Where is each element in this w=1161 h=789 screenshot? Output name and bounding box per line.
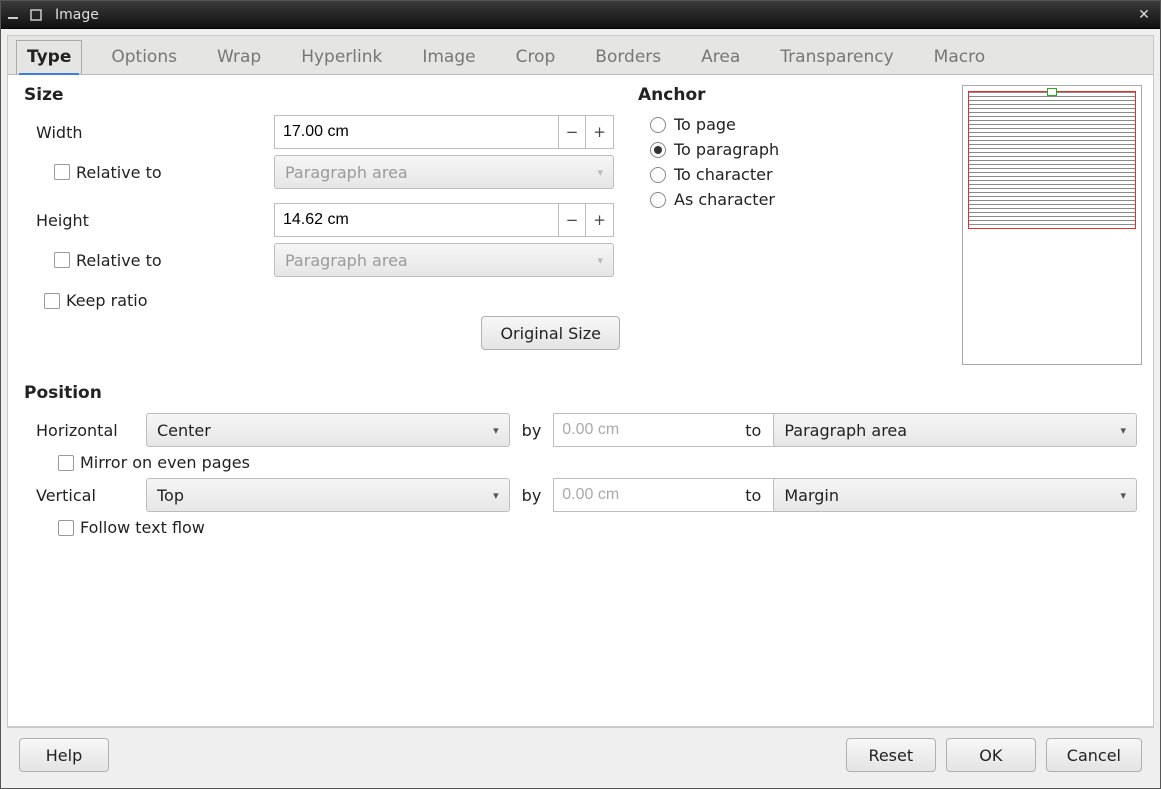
by-label: by bbox=[522, 486, 542, 505]
width-increment[interactable]: + bbox=[586, 115, 614, 149]
radio-icon bbox=[650, 167, 666, 183]
height-relative-value: Paragraph area bbox=[285, 251, 408, 270]
reset-button[interactable]: Reset bbox=[846, 738, 936, 772]
horizontal-align-dropdown[interactable]: Center ▾ bbox=[146, 413, 510, 447]
titlebar: Image ✕ bbox=[1, 1, 1160, 29]
position-heading: Position bbox=[24, 383, 1137, 403]
vertical-ref-dropdown[interactable]: Margin ▾ bbox=[773, 478, 1137, 512]
horizontal-ref-value: Paragraph area bbox=[784, 421, 907, 440]
width-label: Width bbox=[24, 123, 264, 142]
width-relative-checkbox[interactable] bbox=[54, 164, 70, 180]
type-panel: Size Width − + Relative to bbox=[7, 75, 1154, 727]
tab-macro[interactable]: Macro bbox=[923, 40, 996, 74]
cancel-button[interactable]: Cancel bbox=[1046, 738, 1142, 772]
anchor-to-page-label: To page bbox=[674, 115, 736, 134]
height-label: Height bbox=[24, 211, 264, 230]
close-icon[interactable]: ✕ bbox=[1134, 7, 1154, 23]
radio-icon bbox=[650, 117, 666, 133]
image-dialog-window: Image ✕ Type Options Wrap Hyperlink Imag… bbox=[0, 0, 1161, 789]
tab-crop[interactable]: Crop bbox=[505, 40, 567, 74]
anchor-to-character-label: To character bbox=[674, 165, 773, 184]
height-spinner: − + bbox=[274, 203, 614, 237]
vertical-align-value: Top bbox=[157, 486, 184, 505]
horizontal-ref-dropdown[interactable]: Paragraph area ▾ bbox=[773, 413, 1137, 447]
height-relative-checkbox[interactable] bbox=[54, 252, 70, 268]
vertical-label: Vertical bbox=[24, 486, 134, 505]
window-title: Image bbox=[51, 7, 1126, 23]
anchor-section: Anchor To page To paragraph To character bbox=[638, 85, 938, 365]
width-relative-dropdown[interactable]: Paragraph area ▾ bbox=[274, 155, 614, 189]
tab-type[interactable]: Type bbox=[16, 40, 82, 74]
horizontal-by-input bbox=[553, 413, 777, 447]
chevron-down-icon: ▾ bbox=[493, 424, 499, 437]
width-spinner: − + bbox=[274, 115, 614, 149]
vertical-ref-value: Margin bbox=[784, 486, 839, 505]
anchor-to-character[interactable]: To character bbox=[650, 165, 938, 184]
vertical-align-dropdown[interactable]: Top ▾ bbox=[146, 478, 510, 512]
chevron-down-icon: ▾ bbox=[597, 254, 603, 267]
tab-transparency[interactable]: Transparency bbox=[769, 40, 904, 74]
vertical-by-input bbox=[553, 478, 777, 512]
height-decrement[interactable]: − bbox=[558, 203, 586, 237]
size-heading: Size bbox=[24, 85, 614, 105]
size-section: Size Width − + Relative to bbox=[24, 85, 614, 365]
width-relative-label: Relative to bbox=[76, 163, 162, 182]
tab-bar: Type Options Wrap Hyperlink Image Crop B… bbox=[7, 35, 1154, 75]
keep-ratio-label: Keep ratio bbox=[66, 291, 148, 310]
tab-wrap[interactable]: Wrap bbox=[206, 40, 272, 74]
chevron-down-icon: ▾ bbox=[1120, 489, 1126, 502]
tab-image[interactable]: Image bbox=[411, 40, 486, 74]
anchor-to-page[interactable]: To page bbox=[650, 115, 938, 134]
width-relative-value: Paragraph area bbox=[285, 163, 408, 182]
width-input[interactable] bbox=[274, 115, 558, 149]
follow-text-flow-label: Follow text flow bbox=[80, 518, 205, 537]
minimize-icon[interactable] bbox=[7, 10, 21, 20]
horizontal-label: Horizontal bbox=[24, 421, 134, 440]
position-section: Position Horizontal Center ▾ by − + to bbox=[24, 383, 1137, 543]
radio-icon bbox=[650, 192, 666, 208]
height-increment[interactable]: + bbox=[586, 203, 614, 237]
width-decrement[interactable]: − bbox=[558, 115, 586, 149]
preview-canvas bbox=[962, 85, 1142, 365]
anchor-handle-icon bbox=[1047, 88, 1057, 96]
anchor-as-character-label: As character bbox=[674, 190, 775, 209]
tab-borders[interactable]: Borders bbox=[584, 40, 672, 74]
to-label: to bbox=[745, 421, 761, 440]
mirror-checkbox[interactable] bbox=[58, 455, 74, 471]
anchor-to-paragraph[interactable]: To paragraph bbox=[650, 140, 938, 159]
preview-section bbox=[962, 85, 1142, 365]
height-relative-label: Relative to bbox=[76, 251, 162, 270]
maximize-icon[interactable] bbox=[29, 9, 43, 21]
by-label: by bbox=[522, 421, 542, 440]
anchor-to-paragraph-label: To paragraph bbox=[674, 140, 779, 159]
vertical-by-spinner: − + bbox=[553, 478, 733, 512]
mirror-label: Mirror on even pages bbox=[80, 453, 250, 472]
chevron-down-icon: ▾ bbox=[597, 166, 603, 179]
tab-options[interactable]: Options bbox=[100, 40, 188, 74]
chevron-down-icon: ▾ bbox=[1120, 424, 1126, 437]
to-label: to bbox=[745, 486, 761, 505]
keep-ratio-checkbox[interactable] bbox=[44, 293, 60, 309]
follow-text-flow-checkbox[interactable] bbox=[58, 520, 74, 536]
tab-area[interactable]: Area bbox=[690, 40, 751, 74]
height-relative-dropdown[interactable]: Paragraph area ▾ bbox=[274, 243, 614, 277]
original-size-button[interactable]: Original Size bbox=[481, 316, 620, 350]
ok-button[interactable]: OK bbox=[946, 738, 1036, 772]
help-button[interactable]: Help bbox=[19, 738, 109, 772]
horizontal-by-spinner: − + bbox=[553, 413, 733, 447]
height-input[interactable] bbox=[274, 203, 558, 237]
tab-hyperlink[interactable]: Hyperlink bbox=[290, 40, 393, 74]
preview-image-box bbox=[968, 91, 1136, 229]
content-frame: Type Options Wrap Hyperlink Image Crop B… bbox=[1, 29, 1160, 788]
anchor-heading: Anchor bbox=[638, 85, 938, 105]
horizontal-align-value: Center bbox=[157, 421, 211, 440]
chevron-down-icon: ▾ bbox=[493, 489, 499, 502]
dialog-button-bar: Help Reset OK Cancel bbox=[7, 727, 1154, 782]
radio-icon bbox=[650, 142, 666, 158]
anchor-as-character[interactable]: As character bbox=[650, 190, 938, 209]
